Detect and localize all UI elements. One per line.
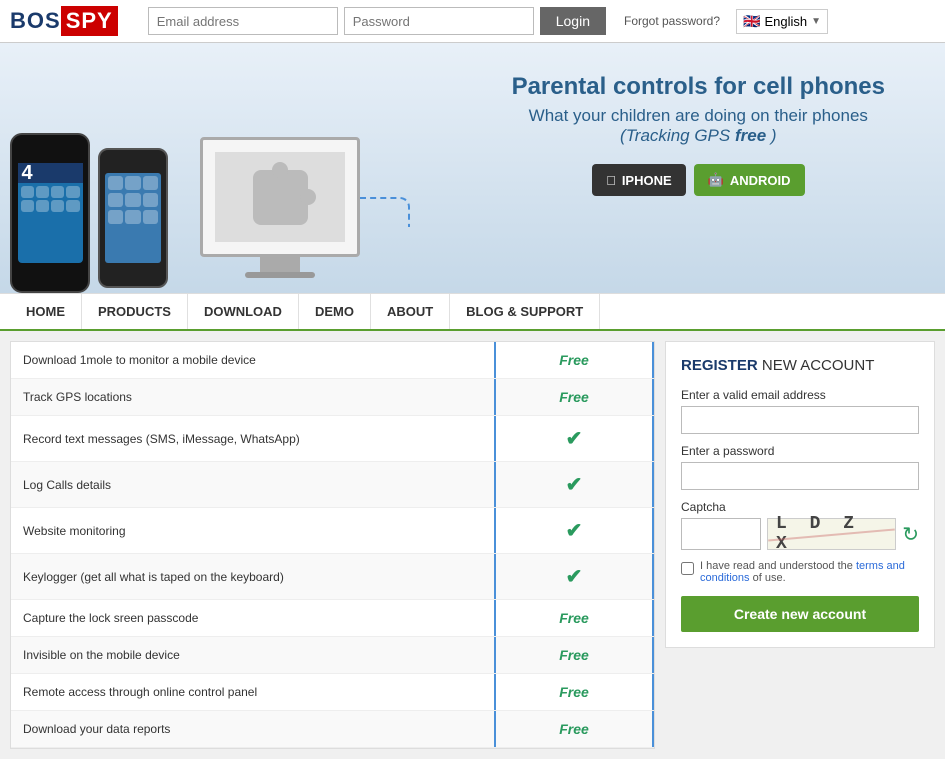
monitor-screen [200, 137, 360, 257]
table-row: Website monitoring✔ [11, 508, 654, 554]
nav-item-home[interactable]: HOME [10, 294, 82, 329]
captcha-label: Captcha [681, 500, 919, 514]
hero-subheadline: What your children are doing on their ph… [512, 106, 885, 126]
feature-name: Record text messages (SMS, iMessage, Wha… [11, 422, 494, 456]
new-account-label: NEW ACCOUNT [758, 357, 875, 374]
main-content: Download 1mole to monitor a mobile devic… [0, 331, 945, 759]
monitor-stand [260, 257, 300, 272]
password-field-label: Enter a password [681, 444, 919, 458]
feature-name: Remote access through online control pan… [11, 675, 494, 709]
email-input[interactable] [148, 7, 338, 35]
reg-password-input[interactable] [681, 462, 919, 490]
captcha-input[interactable] [681, 518, 761, 550]
table-row: Keylogger (get all what is taped on the … [11, 554, 654, 600]
logo-bos: BOS [10, 8, 61, 34]
nav-item-products[interactable]: PRODUCTS [82, 294, 188, 329]
feature-name: Invisible on the mobile device [11, 638, 494, 672]
iphone-label: IPHONE [622, 173, 672, 188]
language-selector[interactable]: 🇬🇧 English ▼ [736, 9, 828, 34]
dashed-arrow-icon [360, 197, 410, 227]
phone-screen-top: 4 [18, 163, 83, 183]
navigation: HOME PRODUCTS DOWNLOAD DEMO ABOUT BLOG &… [0, 293, 945, 331]
nav-item-download[interactable]: DOWNLOAD [188, 294, 299, 329]
table-row: Log Calls details✔ [11, 462, 654, 508]
table-row: Track GPS locationsFree [11, 379, 654, 416]
table-row: Capture the lock sreen passcodeFree [11, 600, 654, 637]
feature-name: Capture the lock sreen passcode [11, 601, 494, 635]
hero-buttons:  IPHONE 🤖 ANDROID [512, 164, 885, 196]
table-row: Remote access through online control pan… [11, 674, 654, 711]
apple-icon:  [606, 173, 616, 188]
register-title: REGISTER NEW ACCOUNT [681, 357, 919, 374]
register-box: REGISTER NEW ACCOUNT Enter a valid email… [665, 341, 935, 648]
hero-monitor [200, 137, 360, 278]
feature-name: Download 1mole to monitor a mobile devic… [11, 343, 494, 377]
feature-value: Free [494, 600, 654, 636]
tracking-label: Tracking GPS [626, 126, 735, 145]
refresh-captcha-icon[interactable]: ↻ [902, 522, 919, 547]
nav-item-demo[interactable]: DEMO [299, 294, 371, 329]
phone-device-1: 4 [10, 133, 90, 293]
flag-icon: 🇬🇧 [743, 13, 760, 30]
feature-value: ✔ [494, 508, 654, 553]
forgot-password-link[interactable]: Forgot password? [624, 14, 720, 28]
puzzle-icon [253, 170, 308, 225]
feature-value: ✔ [494, 416, 654, 461]
hero-headline: Parental controls for cell phones [512, 73, 885, 101]
feature-value: Free [494, 674, 654, 710]
iphone-button[interactable]:  IPHONE [592, 164, 686, 196]
reg-email-input[interactable] [681, 406, 919, 434]
phone-device-2 [98, 148, 168, 288]
feature-value: Free [494, 637, 654, 673]
table-row: Invisible on the mobile deviceFree [11, 637, 654, 674]
feature-name: Keylogger (get all what is taped on the … [11, 560, 494, 594]
hero-text: Parental controls for cell phones What y… [512, 73, 885, 196]
features-table: Download 1mole to monitor a mobile devic… [10, 341, 655, 749]
feature-name: Track GPS locations [11, 380, 494, 414]
nav-item-about[interactable]: ABOUT [371, 294, 450, 329]
phone-screen-1: 4 [18, 163, 83, 263]
feature-name: Log Calls details [11, 468, 494, 502]
hero-subheadline2: (Tracking GPS free ) [512, 126, 885, 146]
feature-name: Website monitoring [11, 514, 494, 548]
hero-section: 4 [0, 43, 945, 293]
feature-value: Free [494, 711, 654, 747]
header-inputs: Login [148, 7, 606, 35]
terms-checkbox[interactable] [681, 562, 694, 575]
lang-label: English [764, 14, 807, 29]
create-account-button[interactable]: Create new account [681, 596, 919, 632]
chevron-down-icon: ▼ [811, 16, 821, 27]
password-input[interactable] [344, 7, 534, 35]
hero-phones: 4 [10, 133, 168, 293]
android-icon: 🤖 [708, 172, 724, 188]
captcha-image: L D Z X [767, 518, 896, 550]
feature-value: Free [494, 342, 654, 378]
terms-text: I have read and understood the terms and… [700, 560, 919, 584]
free-label: free [735, 126, 766, 145]
register-panel: REGISTER NEW ACCOUNT Enter a valid email… [665, 341, 935, 749]
feature-name: Download your data reports [11, 712, 494, 746]
android-label: ANDROID [730, 173, 791, 188]
feature-value: ✔ [494, 462, 654, 507]
table-row: Download your data reportsFree [11, 711, 654, 748]
email-field-label: Enter a valid email address [681, 388, 919, 402]
header: BOSSPY Login Forgot password? 🇬🇧 English… [0, 0, 945, 43]
login-button[interactable]: Login [540, 7, 606, 35]
register-label: REGISTER [681, 357, 758, 374]
logo-spy: SPY [61, 6, 118, 36]
feature-value: ✔ [494, 554, 654, 599]
table-row: Record text messages (SMS, iMessage, Wha… [11, 416, 654, 462]
android-button[interactable]: 🤖 ANDROID [694, 164, 805, 196]
table-row: Download 1mole to monitor a mobile devic… [11, 342, 654, 379]
monitor-base [245, 272, 315, 278]
nav-item-blog[interactable]: BLOG & SUPPORT [450, 294, 600, 329]
feature-value: Free [494, 379, 654, 415]
terms-row: I have read and understood the terms and… [681, 560, 919, 584]
logo: BOSSPY [10, 6, 118, 36]
captcha-row: L D Z X ↻ [681, 518, 919, 550]
